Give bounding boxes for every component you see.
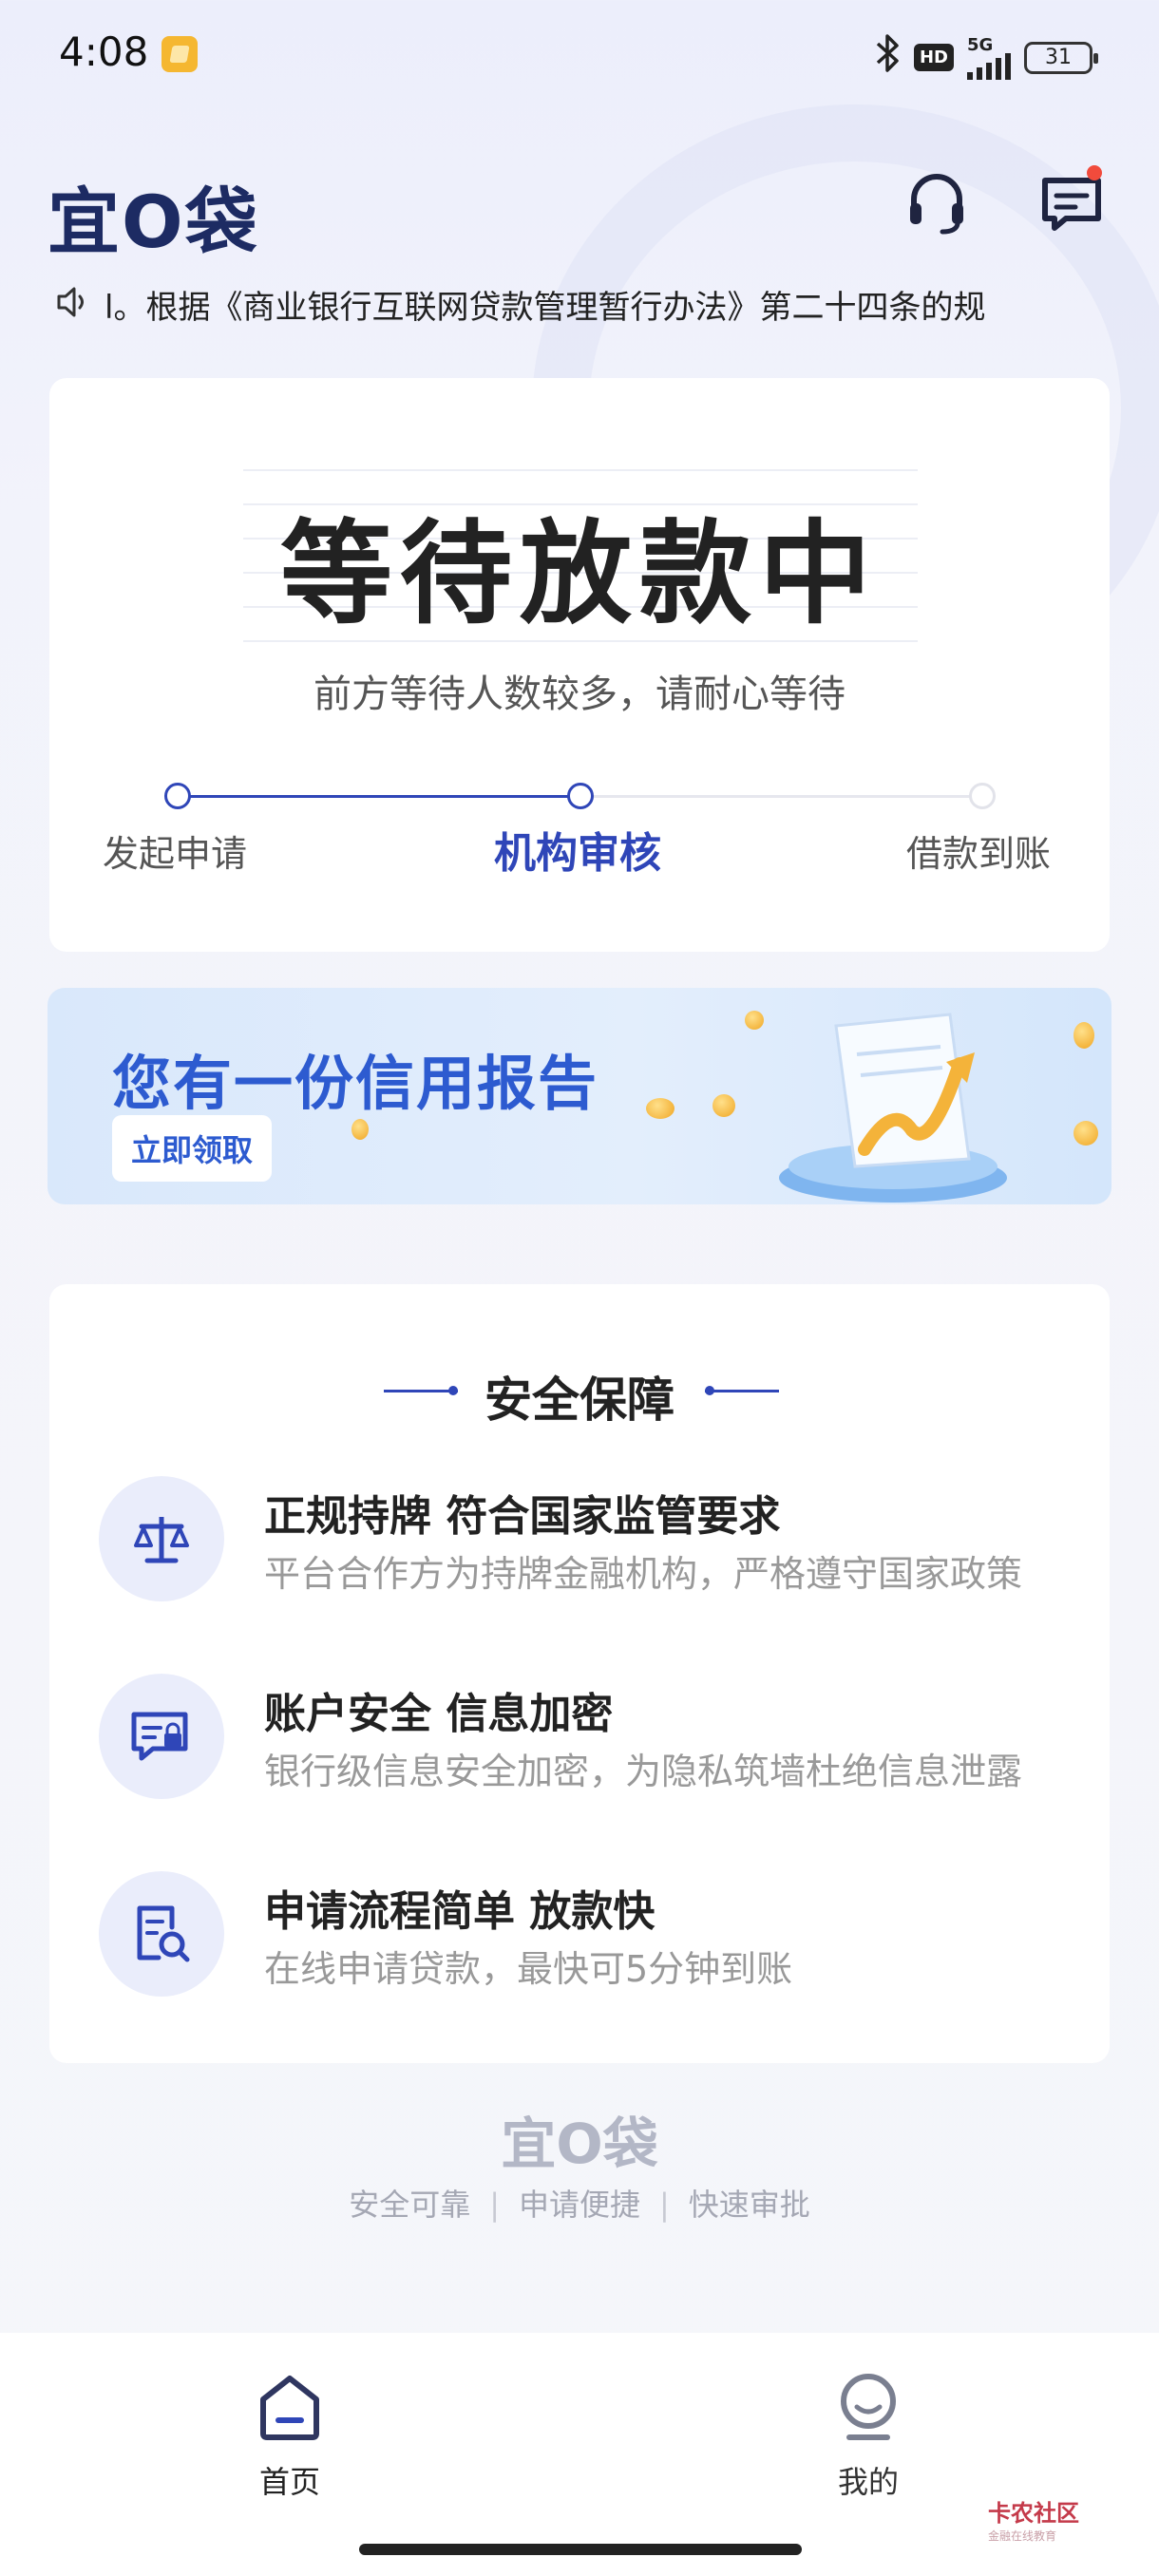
security-item: 账户安全 信息加密 银行级信息安全加密，为隐私筑墙杜绝信息泄露 [99, 1674, 1077, 1807]
coin-decoration [1074, 1121, 1098, 1146]
step-label-disburse: 借款到账 [906, 833, 1052, 875]
signal-icon: 5G [967, 35, 1011, 80]
security-item-title: 账户安全 信息加密 [264, 1690, 614, 1738]
claim-now-button[interactable]: 立即领取 [112, 1115, 273, 1182]
footer-tag: 安全可靠 [349, 2187, 471, 2223]
nav-label-mine: 我的 [837, 2464, 899, 2500]
step-dot-disburse [969, 783, 996, 809]
report-illustration [352, 988, 1112, 1204]
progress-line-pending [580, 795, 982, 798]
unread-dot [1087, 165, 1102, 180]
watermark-text: 卡农社区 [988, 2500, 1079, 2527]
bluetooth-icon [876, 34, 901, 81]
speaker-icon [53, 283, 91, 325]
network-type: 5G [967, 35, 994, 55]
secure-chat-icon [99, 1674, 224, 1799]
status-bar: 4:08 HD 5G 31 [0, 0, 1159, 104]
credit-report-banner[interactable]: 您有一份信用报告 立即领取 [48, 988, 1112, 1204]
banner-title: 您有一份信用报告 [112, 1049, 599, 1118]
progress-line-done [178, 795, 580, 798]
step-dot-apply [164, 783, 191, 809]
coin-decoration [1074, 1022, 1094, 1049]
document-search-icon [99, 1871, 224, 1997]
step-label-apply: 发起申请 [103, 833, 248, 875]
coin-decoration [352, 1119, 369, 1140]
community-watermark: 卡农社区 金融在线教育 [988, 2494, 1079, 2544]
hd-badge: HD [913, 44, 954, 71]
title-decoration-right [705, 1386, 779, 1395]
coin-decoration [646, 1098, 674, 1119]
security-item-desc: 在线申请贷款，最快可5分钟到账 [264, 1948, 793, 1990]
battery-icon: 31 [1024, 41, 1098, 74]
loan-status-card: 等待放款中 前方等待人数较多，请耐心等待 发起申请 机构审核 借款到账 [49, 378, 1110, 952]
status-time: 4:08 [59, 28, 149, 75]
security-item-desc: 平台合作方为持牌金融机构，严格遵守国家政策 [264, 1553, 1023, 1595]
footer-logo: 宜O袋 [501, 2112, 658, 2176]
home-icon [256, 2376, 324, 2447]
notice-text: l。根据《商业银行互联网贷款管理暂行办法》第二十四条的规 [104, 288, 986, 327]
footer-tag: 快速审批 [688, 2187, 810, 2223]
security-item-title: 正规持牌 符合国家监管要求 [264, 1492, 781, 1541]
coin-decoration [712, 1094, 735, 1117]
coin-decoration [745, 1011, 764, 1030]
step-label-review: 机构审核 [494, 829, 661, 878]
notice-bar[interactable]: l。根据《商业银行互联网贷款管理暂行办法》第二十四条的规 [53, 275, 1108, 332]
profile-icon [834, 2374, 902, 2447]
footer-tags: 安全可靠 | 申请便捷 | 快速审批 [349, 2187, 810, 2223]
home-indicator[interactable] [359, 2544, 802, 2555]
security-item-title: 申请流程简单 放款快 [264, 1887, 656, 1936]
gallery-notification-icon [162, 36, 198, 72]
status-indicators: HD 5G 31 [876, 34, 1098, 81]
nav-item-home[interactable]: 首页 [195, 2371, 385, 2502]
security-card: 安全保障 正规持牌 符合国家监管要求 平台合作方为持牌金融机构，严格遵守国家政策 [49, 1284, 1110, 2063]
security-item: 正规持牌 符合国家监管要求 平台合作方为持牌金融机构，严格遵守国家政策 [99, 1476, 1077, 1609]
nav-label-home: 首页 [258, 2464, 320, 2500]
app-logo: 宜O袋 [48, 180, 259, 264]
security-item: 申请流程简单 放款快 在线申请贷款，最快可5分钟到账 [99, 1871, 1077, 2004]
message-icon[interactable] [1037, 165, 1106, 237]
security-item-desc: 银行级信息安全加密，为隐私筑墙杜绝信息泄露 [264, 1751, 1023, 1792]
footer-tag: 申请便捷 [518, 2187, 640, 2223]
watermark-sub: 金融在线教育 [988, 2529, 1057, 2543]
status-subtitle: 前方等待人数较多，请耐心等待 [314, 672, 846, 716]
security-title: 安全保障 [484, 1373, 674, 1428]
status-title: 等待放款中 [279, 508, 879, 639]
nav-item-mine[interactable]: 我的 [773, 2371, 963, 2502]
step-dot-review [567, 783, 594, 809]
scale-icon [99, 1476, 224, 1601]
headset-icon[interactable] [902, 169, 971, 237]
battery-level: 31 [1045, 46, 1072, 69]
bottom-nav: 首页 我的 [0, 2333, 1159, 2576]
